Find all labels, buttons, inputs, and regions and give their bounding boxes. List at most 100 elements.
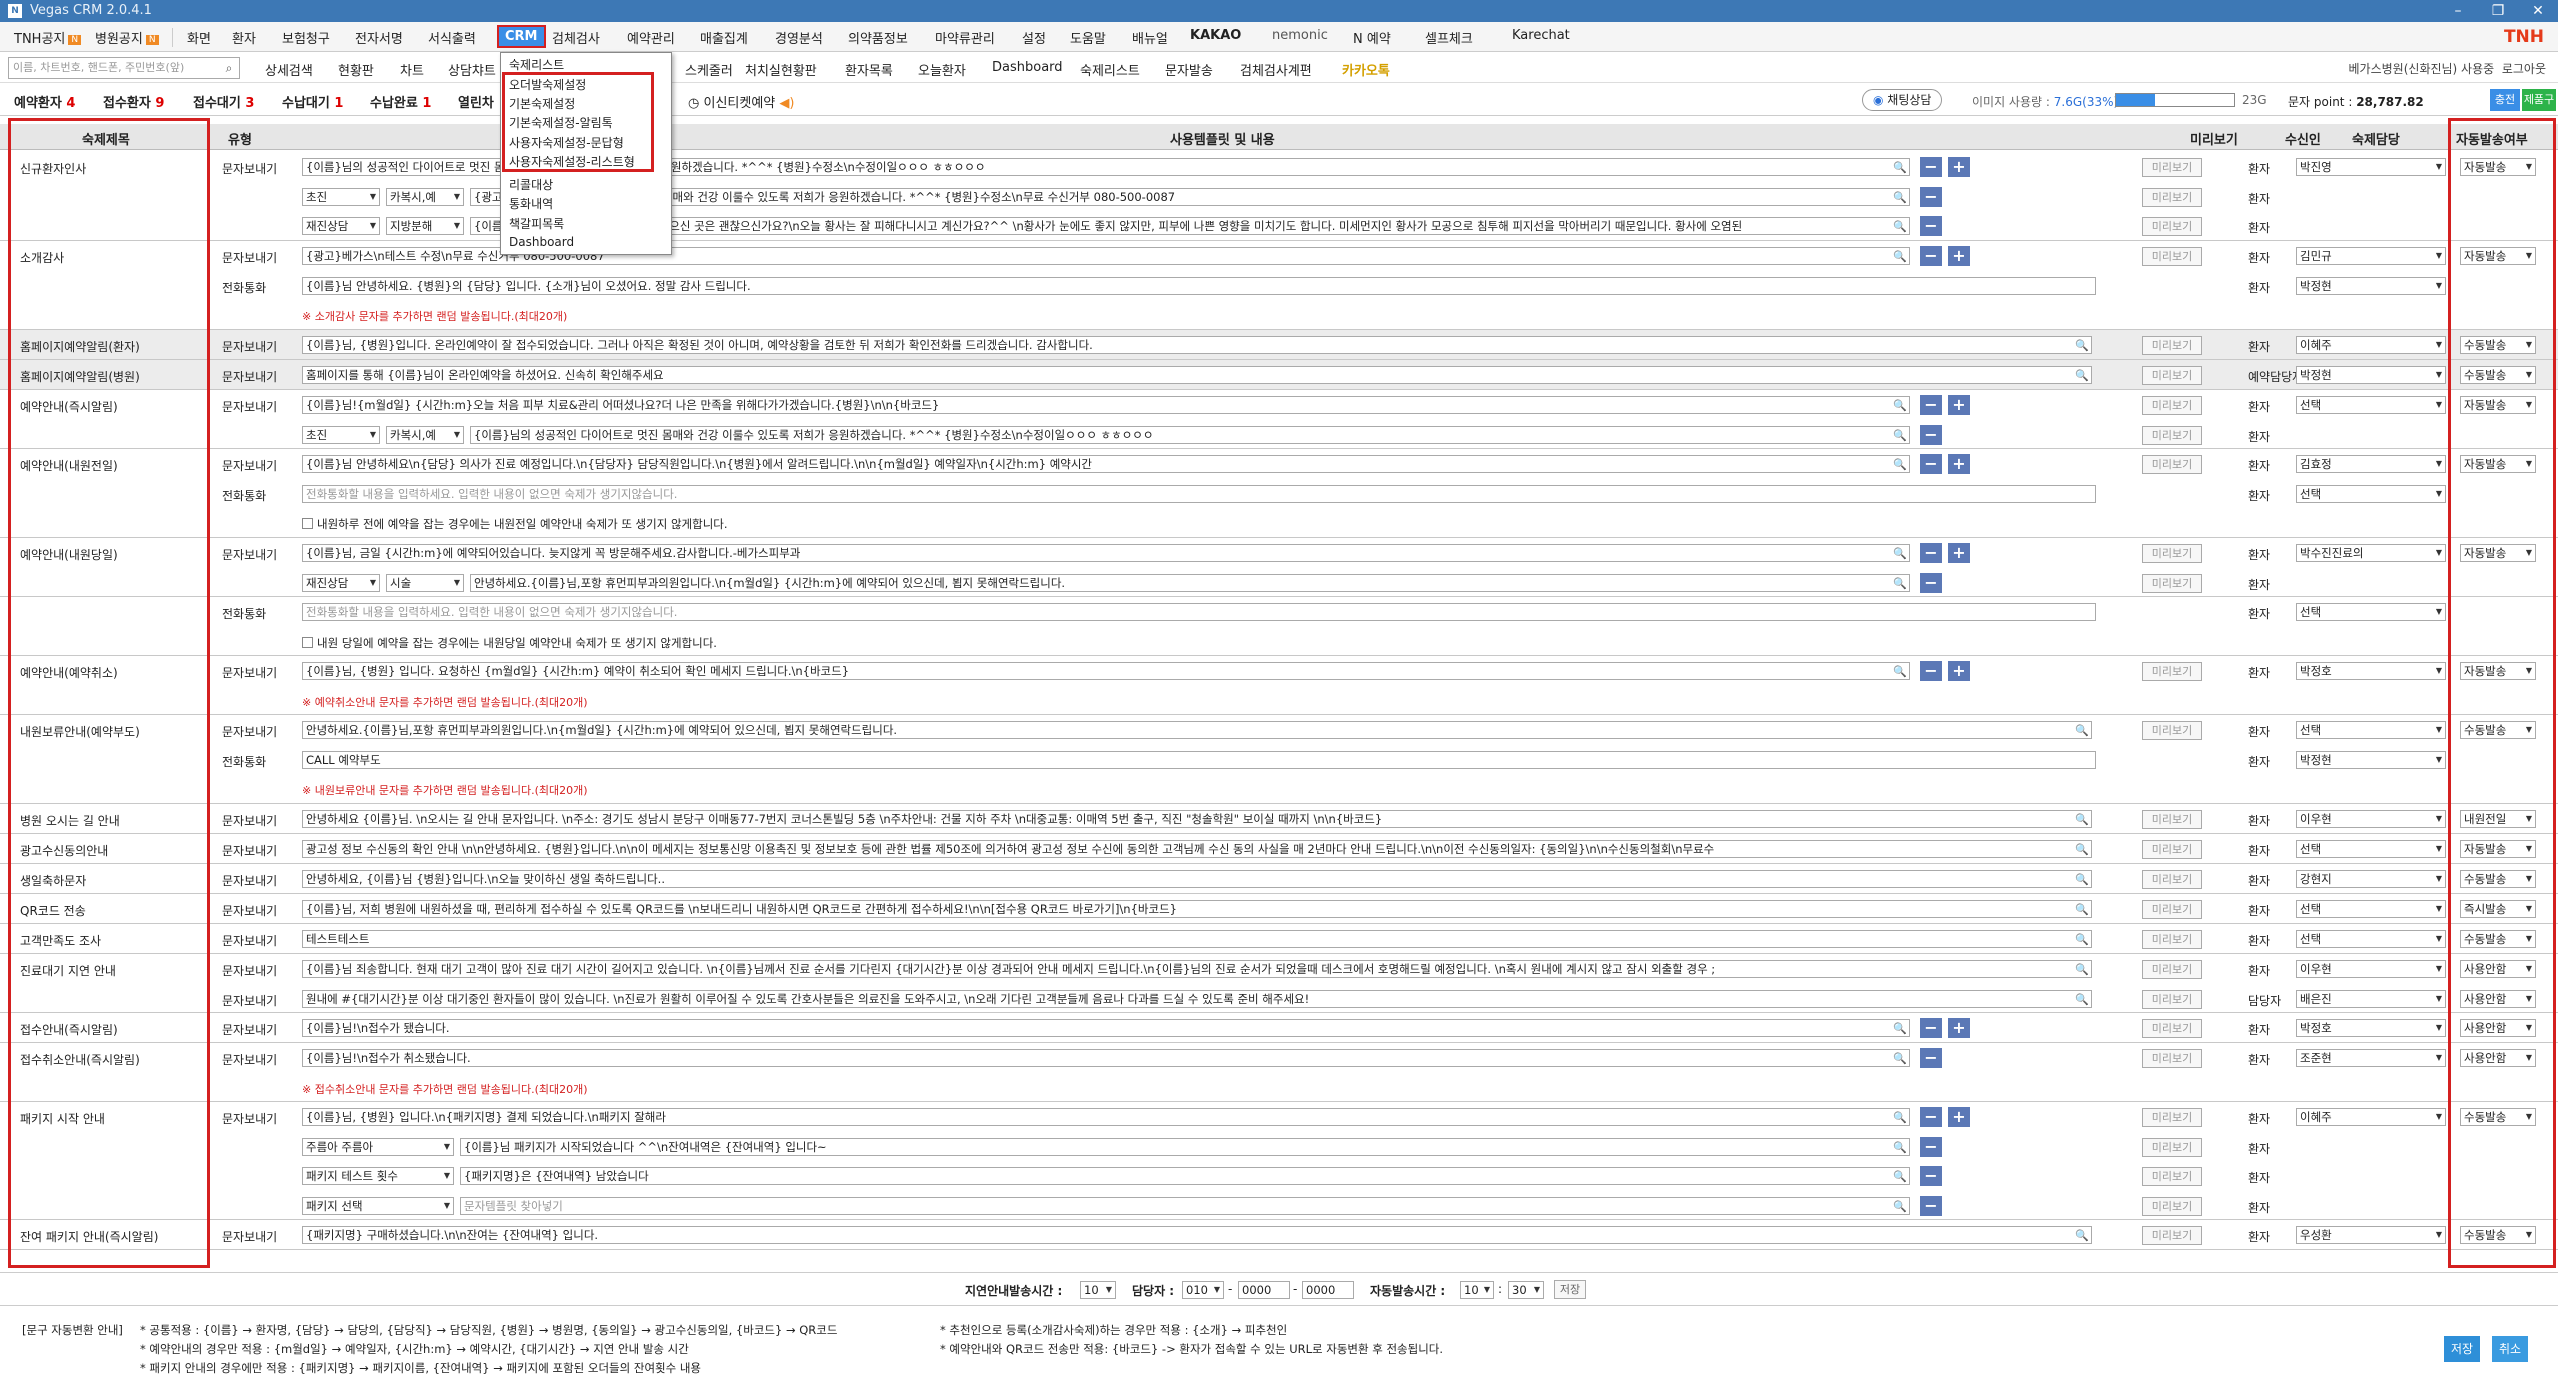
menu-crm[interactable]: CRM bbox=[497, 25, 546, 48]
condition-select[interactable]: 초진 bbox=[302, 188, 380, 206]
menu-insurance[interactable]: 보험청구 bbox=[282, 28, 330, 47]
condition-select[interactable]: 초진 bbox=[302, 426, 380, 444]
preview-button[interactable]: 미리보기 bbox=[2142, 900, 2202, 919]
menu-analysis[interactable]: 경영분석 bbox=[775, 28, 823, 47]
template-content-input[interactable]: 안녕하세요.{이름}님,포항 휴먼피부과의원입니다.\n{m월d일} {시간h:… bbox=[302, 721, 2092, 739]
no-duplicate-checkbox[interactable]: 내원 당일에 예약을 잡는 경우에는 내원당일 예약안내 숙제가 또 생기지 않… bbox=[302, 635, 717, 651]
template-search-icon[interactable]: 🔍 bbox=[2073, 1228, 2089, 1243]
template-search-icon[interactable]: 🔍 bbox=[2073, 932, 2089, 947]
template-search-icon[interactable]: 🔍 bbox=[2073, 872, 2089, 887]
buy-product-button[interactable]: 제품구매 bbox=[2522, 89, 2556, 128]
menu-patient[interactable]: 환자 bbox=[232, 28, 256, 47]
remove-template-button[interactable]: − bbox=[1920, 1048, 1942, 1068]
menu-lab[interactable]: 검체검사 bbox=[552, 28, 600, 47]
crm-menu-recall[interactable]: 리콜대상 bbox=[509, 176, 553, 193]
owner-select[interactable]: 박진영 bbox=[2296, 158, 2446, 176]
preview-button[interactable]: 미리보기 bbox=[2142, 960, 2202, 979]
template-search-icon[interactable]: 🔍 bbox=[1891, 576, 1907, 591]
add-template-button[interactable]: + bbox=[1948, 1018, 1970, 1038]
template-content-input[interactable]: {이름}님, 저희 병원에 내원하셨을 때, 편리하게 접수하실 수 있도록 Q… bbox=[302, 900, 2092, 918]
charge-button[interactable]: 충전 bbox=[2490, 89, 2520, 111]
owner-select[interactable]: 이혜주 bbox=[2296, 336, 2446, 354]
preview-button[interactable]: 미리보기 bbox=[2142, 574, 2202, 593]
template-content-input[interactable]: 테스트테스트 🔍 bbox=[302, 930, 2092, 948]
add-template-button[interactable]: + bbox=[1948, 246, 1970, 266]
preview-button[interactable]: 미리보기 bbox=[2142, 1049, 2202, 1068]
menu-hospital-notice[interactable]: 병원공지 N bbox=[95, 28, 159, 47]
remove-template-button[interactable]: − bbox=[1920, 157, 1942, 177]
call-content-input[interactable]: 전화통화할 내용을 입력하세요. 입력한 내용이 없으면 숙제가 생기지않습니다… bbox=[302, 603, 2096, 621]
template-content-input[interactable]: {패키지명} 구매하셨습니다.\n\n잔여는 {잔여내역} 입니다. 🔍 bbox=[302, 1226, 2092, 1244]
owner-select[interactable]: 박정현 bbox=[2296, 751, 2446, 769]
add-template-button[interactable]: + bbox=[1948, 1107, 1970, 1127]
menu-nemonic[interactable]: nemonic bbox=[1272, 28, 1328, 43]
preview-button[interactable]: 미리보기 bbox=[2142, 930, 2202, 949]
template-content-input[interactable]: 안녕하세요 {이름}님. \n오시는 길 안내 문자입니다. \n주소: 경기도… bbox=[302, 810, 2092, 828]
subnav-detail-search[interactable]: 상세검색 bbox=[265, 60, 313, 79]
preview-button[interactable]: 미리보기 bbox=[2142, 1167, 2202, 1186]
auto-send-hour[interactable]: 10 bbox=[1460, 1281, 1494, 1299]
template-content-input[interactable]: {이름}님 안녕하세요. 오늘 피부 시술 받으신 곳은 괜찮으신가요?\n오늘… bbox=[470, 217, 1910, 235]
template-content-input[interactable]: 광고성 정보 수신동의 확인 안내 \n\n안녕하세요. {병원}입니다.\n\… bbox=[302, 840, 2092, 858]
no-duplicate-checkbox[interactable]: 내원하루 전에 예약을 잡는 경우에는 내원전일 예약안내 숙제가 또 생기지 … bbox=[302, 516, 728, 532]
checkbox-box[interactable] bbox=[302, 637, 313, 648]
preview-button[interactable]: 미리보기 bbox=[2142, 721, 2202, 740]
subnav-status-board[interactable]: 현황판 bbox=[338, 60, 374, 79]
template-content-input[interactable]: 안녕하세요, {이름}님 {병원}입니다.\n오늘 맞이하신 생일 축하드립니다… bbox=[302, 870, 2092, 888]
preview-button[interactable]: 미리보기 bbox=[2142, 426, 2202, 445]
template-search-icon[interactable]: 🔍 bbox=[1891, 457, 1907, 472]
remove-template-button[interactable]: − bbox=[1920, 1137, 1942, 1157]
add-template-button[interactable]: + bbox=[1948, 454, 1970, 474]
owner-select[interactable]: 박정호 bbox=[2296, 662, 2446, 680]
subnav-dashboard[interactable]: Dashboard bbox=[992, 60, 1063, 75]
owner-select[interactable]: 선택 bbox=[2296, 603, 2446, 621]
template-search-icon[interactable]: 🔍 bbox=[2073, 368, 2089, 383]
owner-select[interactable]: 선택 bbox=[2296, 840, 2446, 858]
owner-select[interactable]: 이우현 bbox=[2296, 960, 2446, 978]
owner-select[interactable]: 박정현 bbox=[2296, 277, 2446, 295]
status-payment-waiting[interactable]: 수납대기 1 bbox=[282, 92, 343, 111]
subnav-sms-send[interactable]: 문자발송 bbox=[1165, 60, 1213, 79]
template-search-icon[interactable]: 🔍 bbox=[1891, 664, 1907, 679]
owner-phone-last[interactable]: 0000 bbox=[1302, 1281, 1354, 1299]
subnav-treatment-room[interactable]: 처치실현황판 bbox=[745, 60, 817, 79]
template-search-icon[interactable]: 🔍 bbox=[2073, 338, 2089, 353]
menu-help[interactable]: 도움말 bbox=[1070, 28, 1106, 47]
menu-print[interactable]: 서식출력 bbox=[428, 28, 476, 47]
subnav-today-patient[interactable]: 오늘환자 bbox=[918, 60, 966, 79]
template-search-icon[interactable]: 🔍 bbox=[1891, 1021, 1907, 1036]
search-icon[interactable]: ⌕ bbox=[221, 60, 237, 76]
owner-select[interactable]: 선택 bbox=[2296, 396, 2446, 414]
owner-phone-mid[interactable]: 0000 bbox=[1238, 1281, 1290, 1299]
preview-button[interactable]: 미리보기 bbox=[2142, 158, 2202, 177]
remove-template-button[interactable]: − bbox=[1920, 454, 1942, 474]
template-search-icon[interactable]: 🔍 bbox=[1891, 1140, 1907, 1155]
menu-drug-info[interactable]: 의약품정보 bbox=[848, 28, 908, 47]
owner-select[interactable]: 이혜주 bbox=[2296, 1108, 2446, 1126]
checkbox-box[interactable] bbox=[302, 518, 313, 529]
preview-button[interactable]: 미리보기 bbox=[2142, 870, 2202, 889]
template-search-icon[interactable]: 🔍 bbox=[2073, 962, 2089, 977]
condition-select[interactable]: 카복시,예 bbox=[386, 426, 464, 444]
preview-button[interactable]: 미리보기 bbox=[2142, 188, 2202, 207]
menu-reservation[interactable]: 예약관리 bbox=[627, 28, 675, 47]
condition-select[interactable]: 재진상담 bbox=[302, 574, 380, 592]
owner-select[interactable]: 선택 bbox=[2296, 930, 2446, 948]
owner-select[interactable]: 김민규 bbox=[2296, 247, 2446, 265]
subnav-homework-list[interactable]: 숙제리스트 bbox=[1080, 60, 1140, 79]
template-search-icon[interactable]: 🔍 bbox=[1891, 1169, 1907, 1184]
crm-menu-call-history[interactable]: 통화내역 bbox=[509, 195, 553, 212]
add-template-button[interactable]: + bbox=[1948, 543, 1970, 563]
ticket-reservation[interactable]: ◷ 이신티켓예약 ◀) bbox=[688, 92, 794, 111]
preview-button[interactable]: 미리보기 bbox=[2142, 810, 2202, 829]
owner-select[interactable]: 박정현 bbox=[2296, 366, 2446, 384]
add-template-button[interactable]: + bbox=[1948, 157, 1970, 177]
crm-menu-homework-list[interactable]: 숙제리스트 bbox=[509, 56, 564, 73]
status-registered[interactable]: 접수환자 9 bbox=[103, 92, 164, 111]
menu-settings[interactable]: 설정 bbox=[1022, 28, 1046, 47]
remove-template-button[interactable]: − bbox=[1920, 543, 1942, 563]
condition-select[interactable]: 주름아 주름아 bbox=[302, 1138, 454, 1156]
preview-button[interactable]: 미리보기 bbox=[2142, 1138, 2202, 1157]
menu-narcotics[interactable]: 마약류관리 bbox=[935, 28, 995, 47]
condition-select[interactable]: 지방분해 bbox=[386, 217, 464, 235]
